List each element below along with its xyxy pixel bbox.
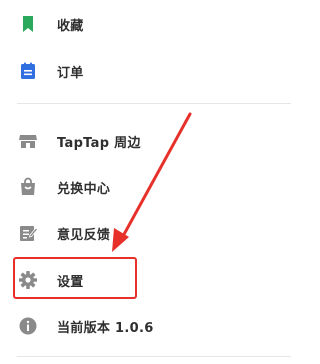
- menu-item-merch[interactable]: TapTap 周边: [0, 118, 291, 164]
- menu-item-settings[interactable]: 设置: [0, 257, 291, 303]
- bookmark-icon: [18, 14, 38, 34]
- menu-item-favorites[interactable]: 收藏: [0, 1, 291, 47]
- info-icon: [18, 316, 38, 336]
- menu-item-label: 兑换中心: [57, 181, 111, 197]
- feedback-edit-icon: [18, 223, 38, 243]
- divider: [17, 103, 291, 104]
- menu-item-label: TapTap 周边: [57, 135, 141, 151]
- menu-item-redeem-center[interactable]: 兑换中心: [0, 164, 291, 210]
- shopping-bag-icon: [18, 177, 38, 197]
- menu-item-label: 收藏: [57, 18, 84, 34]
- store-icon: [18, 131, 38, 151]
- side-menu: 收藏 订单 TapTap 周边 兑换中心 意见反馈 设置 当前版本 1.0.6: [0, 0, 291, 364]
- menu-item-label: 当前版本 1.0.6: [57, 320, 154, 336]
- menu-item-version: 当前版本 1.0.6: [0, 303, 291, 349]
- divider: [17, 356, 291, 357]
- menu-item-label: 设置: [57, 274, 84, 290]
- menu-item-feedback[interactable]: 意见反馈: [0, 210, 291, 256]
- menu-item-label: 订单: [57, 65, 84, 81]
- menu-item-label: 意见反馈: [57, 227, 111, 243]
- gear-icon: [18, 270, 38, 290]
- menu-item-orders[interactable]: 订单: [0, 48, 291, 94]
- order-clipboard-icon: [18, 61, 38, 81]
